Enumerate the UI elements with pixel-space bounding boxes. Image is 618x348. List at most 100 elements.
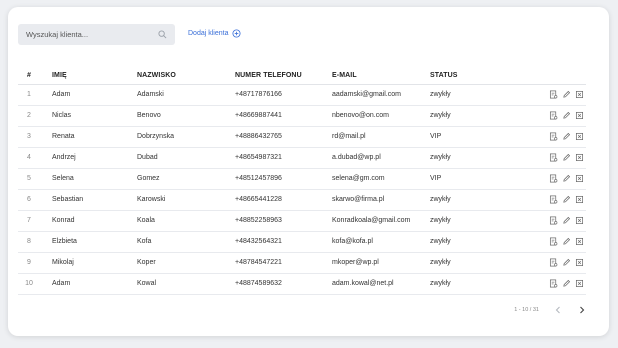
row-actions — [520, 273, 586, 295]
table-row[interactable]: 6 Sebastian Karowski +48665441228 skarwo@fir… — [18, 189, 586, 211]
row-number: 1 — [18, 84, 40, 106]
phone-cell: +48432564321 — [235, 231, 332, 253]
phone-cell: +48852258963 — [235, 210, 332, 232]
details-icon[interactable] — [548, 153, 558, 163]
details-icon[interactable] — [548, 111, 558, 121]
email-cell: adam.kowal@net.pl — [332, 273, 430, 295]
details-icon[interactable] — [548, 237, 558, 247]
row-actions — [520, 231, 586, 253]
plus-circle-icon — [232, 29, 241, 38]
edit-icon[interactable] — [561, 174, 571, 184]
row-actions — [520, 147, 586, 169]
delete-icon[interactable] — [574, 195, 584, 205]
edit-icon[interactable] — [561, 237, 571, 247]
last-name-cell: Kowal — [137, 273, 235, 295]
details-icon[interactable] — [548, 132, 558, 142]
email-cell: skarwo@firma.pl — [332, 189, 430, 211]
clients-table: # IMIĘ NAZWISKO NUMER TELEFONU E-MAIL ST… — [18, 68, 586, 295]
status-cell: zwykły — [430, 147, 520, 169]
status-cell: zwykły — [430, 210, 520, 232]
table-header-row: # IMIĘ NAZWISKO NUMER TELEFONU E-MAIL ST… — [18, 68, 586, 85]
details-icon[interactable] — [548, 279, 558, 289]
email-cell: rd@mail.pl — [332, 126, 430, 148]
edit-icon[interactable] — [561, 216, 571, 226]
delete-icon[interactable] — [574, 90, 584, 100]
email-cell: kofa@kofa.pl — [332, 231, 430, 253]
table-row[interactable]: 1 Adam Adamski +48717876166 aadamski@gmail.c… — [18, 84, 586, 106]
row-actions — [520, 105, 586, 127]
table-row[interactable]: 9 Mikolaj Koper +48784547221 mkoper@wp.pl zwy… — [18, 252, 586, 274]
table-row[interactable]: 3 Renata Dobrzynska +48886432765 rd@mail.pl V… — [18, 126, 586, 148]
status-cell: VIP — [430, 126, 520, 148]
row-number: 10 — [18, 273, 40, 295]
column-header-last-name[interactable]: NAZWISKO — [137, 68, 235, 85]
last-name-cell: Dobrzynska — [137, 126, 235, 148]
details-icon[interactable] — [548, 216, 558, 226]
delete-icon[interactable] — [574, 174, 584, 184]
edit-icon[interactable] — [561, 111, 571, 121]
details-icon[interactable] — [548, 258, 558, 268]
table-row[interactable]: 5 Selena Gomez +48512457896 selena@gm.com VIP — [18, 168, 586, 190]
clients-card: Dodaj klienta # IMIĘ NAZWISKO NUMER TELE… — [8, 7, 609, 336]
delete-icon[interactable] — [574, 279, 584, 289]
column-header-first-name[interactable]: IMIĘ — [40, 68, 137, 85]
phone-cell: +48874589632 — [235, 273, 332, 295]
pagination-range: 1 - 10 / 31 — [514, 307, 539, 313]
column-header-email[interactable]: E-MAIL — [332, 68, 430, 85]
table-row[interactable]: 7 Konrad Koala +48852258963 Konradkoala@gmai… — [18, 210, 586, 232]
details-icon[interactable] — [548, 174, 558, 184]
phone-cell: +48886432765 — [235, 126, 332, 148]
search-box[interactable] — [18, 24, 175, 45]
first-name-cell: Elzbieta — [40, 231, 137, 253]
row-number: 4 — [18, 147, 40, 169]
row-actions — [520, 210, 586, 232]
email-cell: nbenovo@on.com — [332, 105, 430, 127]
row-actions — [520, 168, 586, 190]
status-cell: zwykły — [430, 231, 520, 253]
edit-icon[interactable] — [561, 279, 571, 289]
column-header-status[interactable]: STATUS — [430, 68, 520, 85]
edit-icon[interactable] — [561, 195, 571, 205]
delete-icon[interactable] — [574, 153, 584, 163]
table-row[interactable]: 4 Andrzej Dubad +48654987321 a.dubad@wp.pl zw… — [18, 147, 586, 169]
search-input[interactable] — [26, 30, 157, 39]
edit-icon[interactable] — [561, 90, 571, 100]
add-client-button[interactable]: Dodaj klienta — [188, 29, 241, 38]
row-number: 2 — [18, 105, 40, 127]
last-name-cell: Kofa — [137, 231, 235, 253]
delete-icon[interactable] — [574, 258, 584, 268]
pagination: 1 - 10 / 31 — [514, 305, 587, 315]
chevron-left-icon[interactable] — [553, 305, 563, 315]
last-name-cell: Koper — [137, 252, 235, 274]
status-cell: zwykły — [430, 273, 520, 295]
search-icon[interactable] — [157, 30, 167, 40]
delete-icon[interactable] — [574, 237, 584, 247]
phone-cell: +48654987321 — [235, 147, 332, 169]
first-name-cell: Adam — [40, 84, 137, 106]
email-cell: selena@gm.com — [332, 168, 430, 190]
status-cell: VIP — [430, 168, 520, 190]
edit-icon[interactable] — [561, 132, 571, 142]
column-header-phone[interactable]: NUMER TELEFONU — [235, 68, 332, 85]
details-icon[interactable] — [548, 90, 558, 100]
row-actions — [520, 189, 586, 211]
delete-icon[interactable] — [574, 111, 584, 121]
delete-icon[interactable] — [574, 216, 584, 226]
row-actions — [520, 252, 586, 274]
details-icon[interactable] — [548, 195, 558, 205]
email-cell: aadamski@gmail.com — [332, 84, 430, 106]
table-row[interactable]: 8 Elzbieta Kofa +48432564321 kofa@kofa.pl zwy… — [18, 231, 586, 253]
add-client-label: Dodaj klienta — [188, 30, 229, 37]
delete-icon[interactable] — [574, 132, 584, 142]
chevron-right-icon[interactable] — [577, 305, 587, 315]
first-name-cell: Sebastian — [40, 189, 137, 211]
table-row[interactable]: 2 Niclas Benovo +48669887441 nbenovo@on.com z… — [18, 105, 586, 127]
row-number: 7 — [18, 210, 40, 232]
edit-icon[interactable] — [561, 258, 571, 268]
last-name-cell: Koala — [137, 210, 235, 232]
last-name-cell: Dubad — [137, 147, 235, 169]
column-header-number: # — [18, 68, 40, 85]
row-actions — [520, 84, 586, 106]
edit-icon[interactable] — [561, 153, 571, 163]
table-row[interactable]: 10 Adam Kowal +48874589632 adam.kowal@net.pl… — [18, 273, 586, 295]
